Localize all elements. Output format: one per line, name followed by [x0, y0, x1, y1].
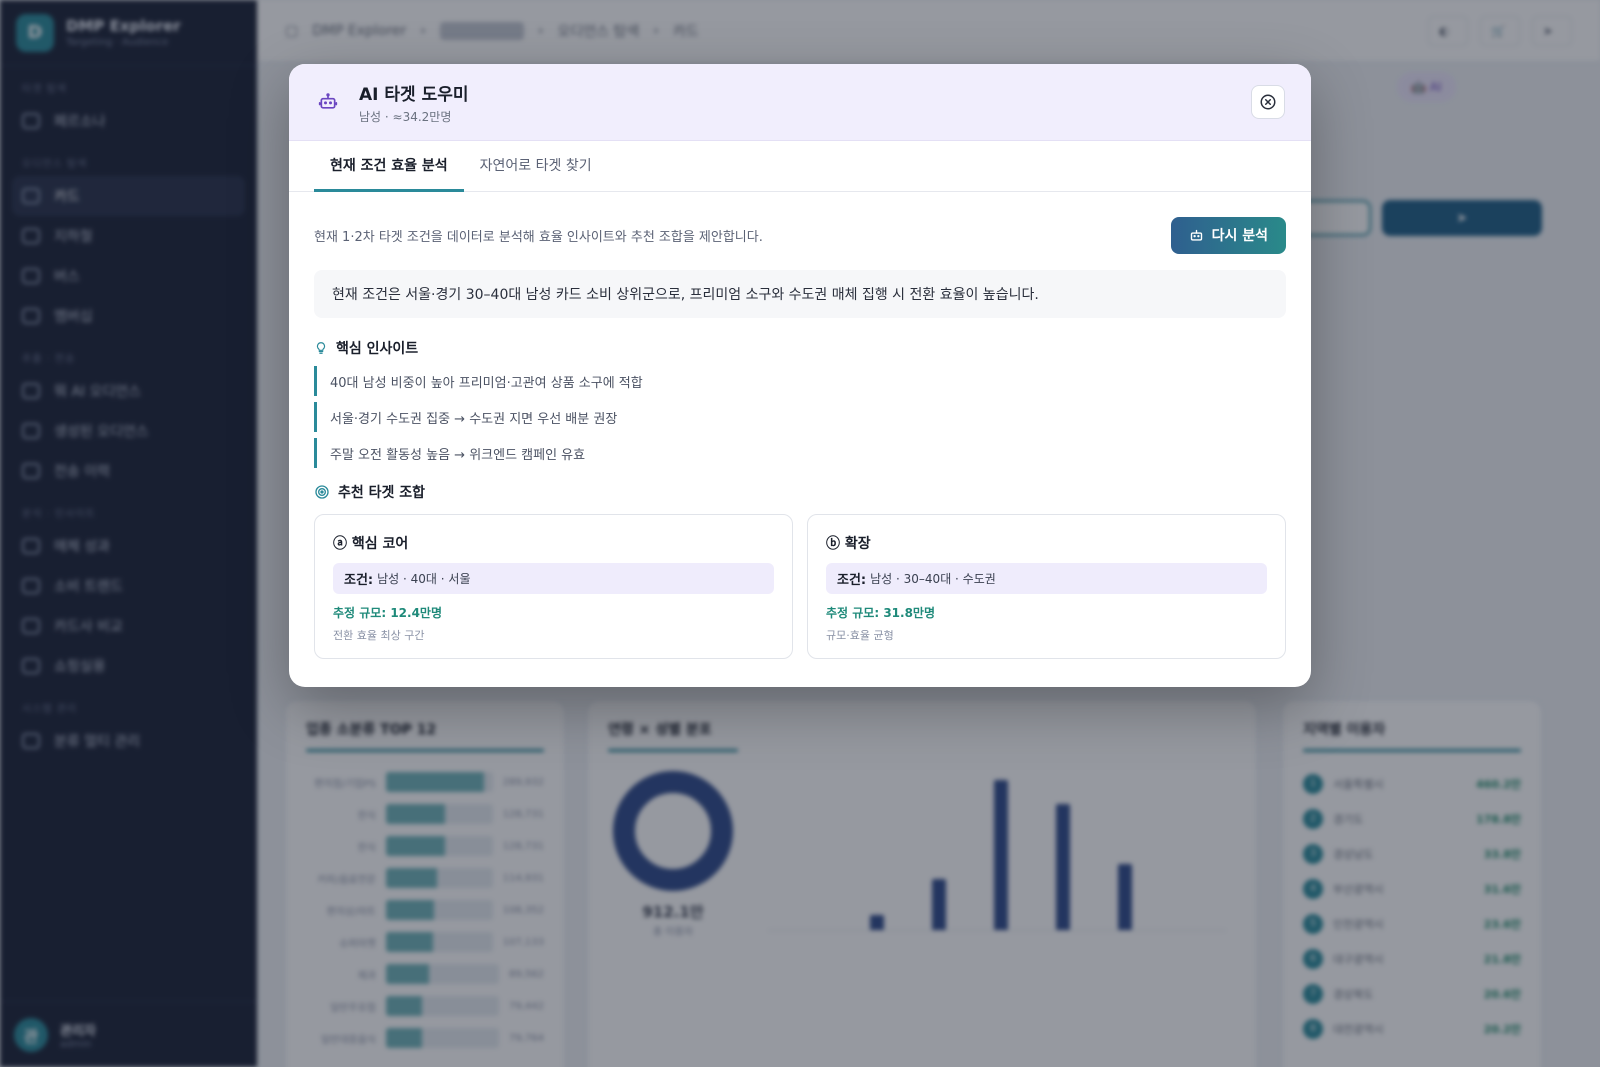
insights-heading: 핵심 인사이트: [314, 338, 1286, 358]
combos-title: 추천 타겟 조합: [338, 485, 426, 501]
modal-subtitle: 남성 · ≈34.2만명: [359, 109, 452, 124]
modal-tabs: 현재 조건 효율 분석 자연어로 타겟 찾기: [289, 141, 1311, 192]
combo-card-core[interactable]: ⓐ 핵심 코어 조건: 남성 · 40대 · 서울 추정 규모: 12.4만명 …: [314, 514, 793, 659]
combo-note: 규모·효율 균형: [826, 629, 894, 642]
robot-icon: [1190, 229, 1202, 241]
target-icon: [314, 484, 330, 500]
combo-cards: ⓐ 핵심 코어 조건: 남성 · 40대 · 서울 추정 규모: 12.4만명 …: [314, 514, 1286, 659]
combo-condition: 조건: 남성 · 40대 · 서울: [333, 563, 774, 594]
close-icon: [1260, 94, 1276, 110]
combo-size: 추정 규모: 12.4만명: [333, 606, 443, 620]
combo-title: ⓑ 확장: [826, 536, 871, 552]
combo-card-expand[interactable]: ⓑ 확장 조건: 남성 · 30–40대 · 수도권 추정 규모: 31.8만명…: [807, 514, 1286, 659]
insight-item: 40대 남성 비중이 높아 프리미엄·고관여 상품 소구에 적합: [314, 366, 1286, 396]
robot-icon: [317, 91, 339, 113]
insights-list: 40대 남성 비중이 높아 프리미엄·고관여 상품 소구에 적합서울·경기 수도…: [314, 366, 1286, 468]
combo-condition: 조건: 남성 · 30–40대 · 수도권: [826, 563, 1267, 594]
modal-title: AI 타겟 도우미: [359, 84, 469, 105]
combo-title: ⓐ 핵심 코어: [333, 536, 409, 552]
combos-heading: 추천 타겟 조합: [314, 482, 1286, 502]
reanalyze-button[interactable]: 다시 분석: [1170, 216, 1286, 254]
combo-condition-label: 조건:: [344, 573, 374, 588]
analysis-description: 현재 1·2차 타겟 조건을 데이터로 분석해 효율 인사이트와 추천 조합을 …: [314, 229, 763, 245]
tab-current-efficiency[interactable]: 현재 조건 효율 분석: [314, 141, 464, 192]
modal-body: 현재 1·2차 타겟 조건을 데이터로 분석해 효율 인사이트와 추천 조합을 …: [289, 192, 1311, 659]
combo-condition-value: 남성 · 30–40대 · 수도권: [870, 572, 996, 586]
modal-header: AI 타겟 도우미 남성 · ≈34.2만명: [289, 64, 1311, 141]
analysis-summary: 현재 조건은 서울·경기 30–40대 남성 카드 소비 상위군으로, 프리미엄…: [314, 270, 1286, 318]
insight-item: 주말 오전 활동성 높음 → 위크엔드 캠페인 유효: [314, 438, 1286, 468]
lightbulb-icon: [314, 340, 328, 356]
insight-item: 서울·경기 수도권 집중 → 수도권 지면 우선 배분 권장: [314, 402, 1286, 432]
combo-condition-label: 조건:: [837, 573, 867, 588]
combo-size: 추정 규모: 31.8만명: [826, 606, 936, 620]
combo-condition-value: 남성 · 40대 · 서울: [377, 572, 471, 586]
tab-natural-language[interactable]: 자연어로 타겟 찾기: [464, 141, 608, 192]
insights-title: 핵심 인사이트: [336, 341, 419, 357]
combo-note: 전환 효율 최상 구간: [333, 629, 425, 642]
close-button[interactable]: [1251, 85, 1285, 119]
ai-target-assistant-modal: AI 타겟 도우미 남성 · ≈34.2만명 현재 조건 효율 분석 자연어로 …: [289, 64, 1311, 687]
reanalyze-label: 다시 분석: [1211, 228, 1268, 244]
